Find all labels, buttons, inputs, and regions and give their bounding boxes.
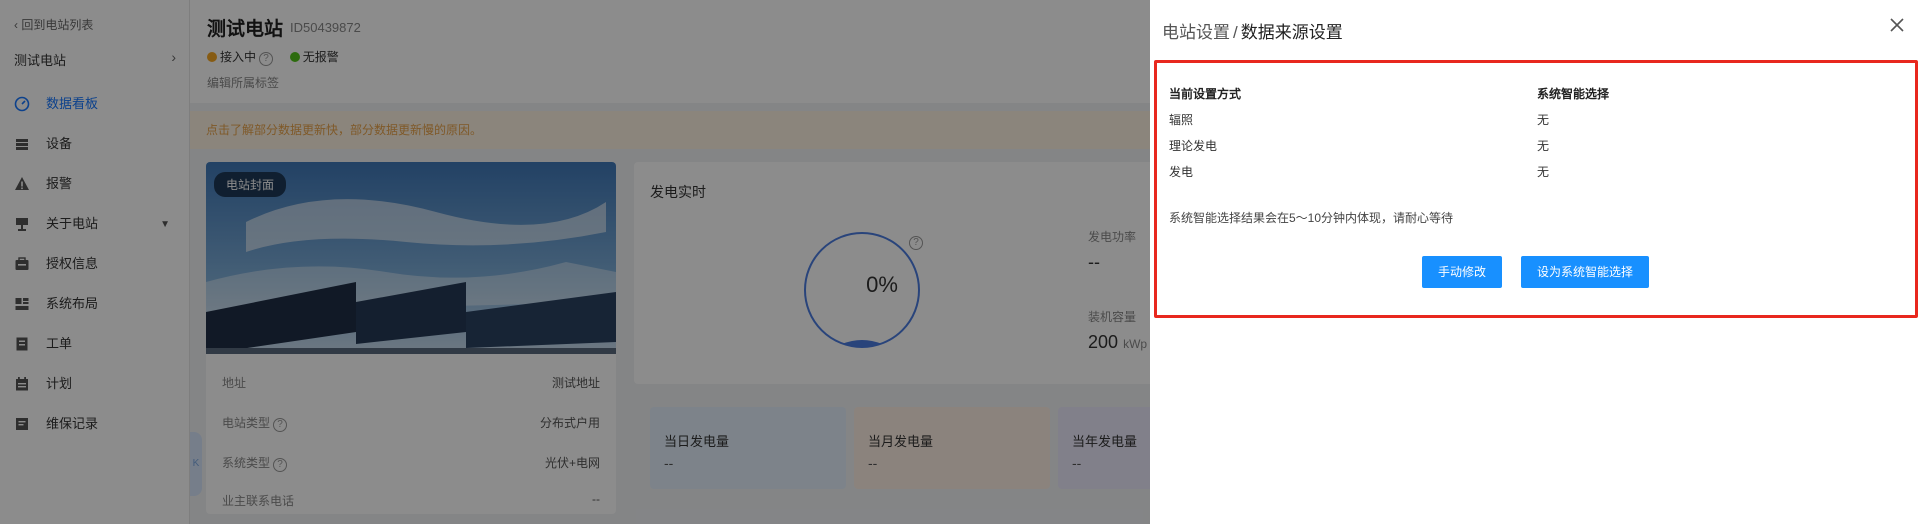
- source-row-smart: 无: [1537, 113, 1550, 127]
- column-header-current: 当前设置方式: [1169, 87, 1242, 101]
- set-smart-selection-button[interactable]: 设为系统智能选择: [1521, 256, 1649, 288]
- manual-edit-button[interactable]: 手动修改: [1422, 256, 1502, 288]
- drawer-breadcrumb: 电站设置 / 数据来源设置: [1162, 18, 1343, 43]
- source-row-smart: 无: [1537, 139, 1550, 153]
- data-source-settings-drawer: 电站设置 / 数据来源设置 当前设置方式 系统智能选择 辐照 无 理论发电 无 发电…: [1150, 0, 1918, 524]
- data-source-panel: 当前设置方式 系统智能选择 辐照 无 理论发电 无 发电 无 系统智能选择结果会…: [1154, 60, 1918, 318]
- source-row-name: 理论发电: [1169, 139, 1218, 153]
- breadcrumb-current: 数据来源设置: [1240, 23, 1343, 42]
- breadcrumb-separator: /: [1233, 23, 1238, 42]
- source-row-smart: 无: [1537, 165, 1550, 179]
- breadcrumb-parent[interactable]: 电站设置: [1162, 23, 1230, 42]
- close-icon[interactable]: [1886, 14, 1908, 36]
- source-row-name: 发电: [1169, 165, 1194, 179]
- smart-selection-note: 系统智能选择结果会在5～10分钟内体现，请耐心等待: [1169, 211, 1454, 225]
- column-header-smart: 系统智能选择: [1537, 87, 1610, 101]
- source-row-name: 辐照: [1169, 113, 1194, 127]
